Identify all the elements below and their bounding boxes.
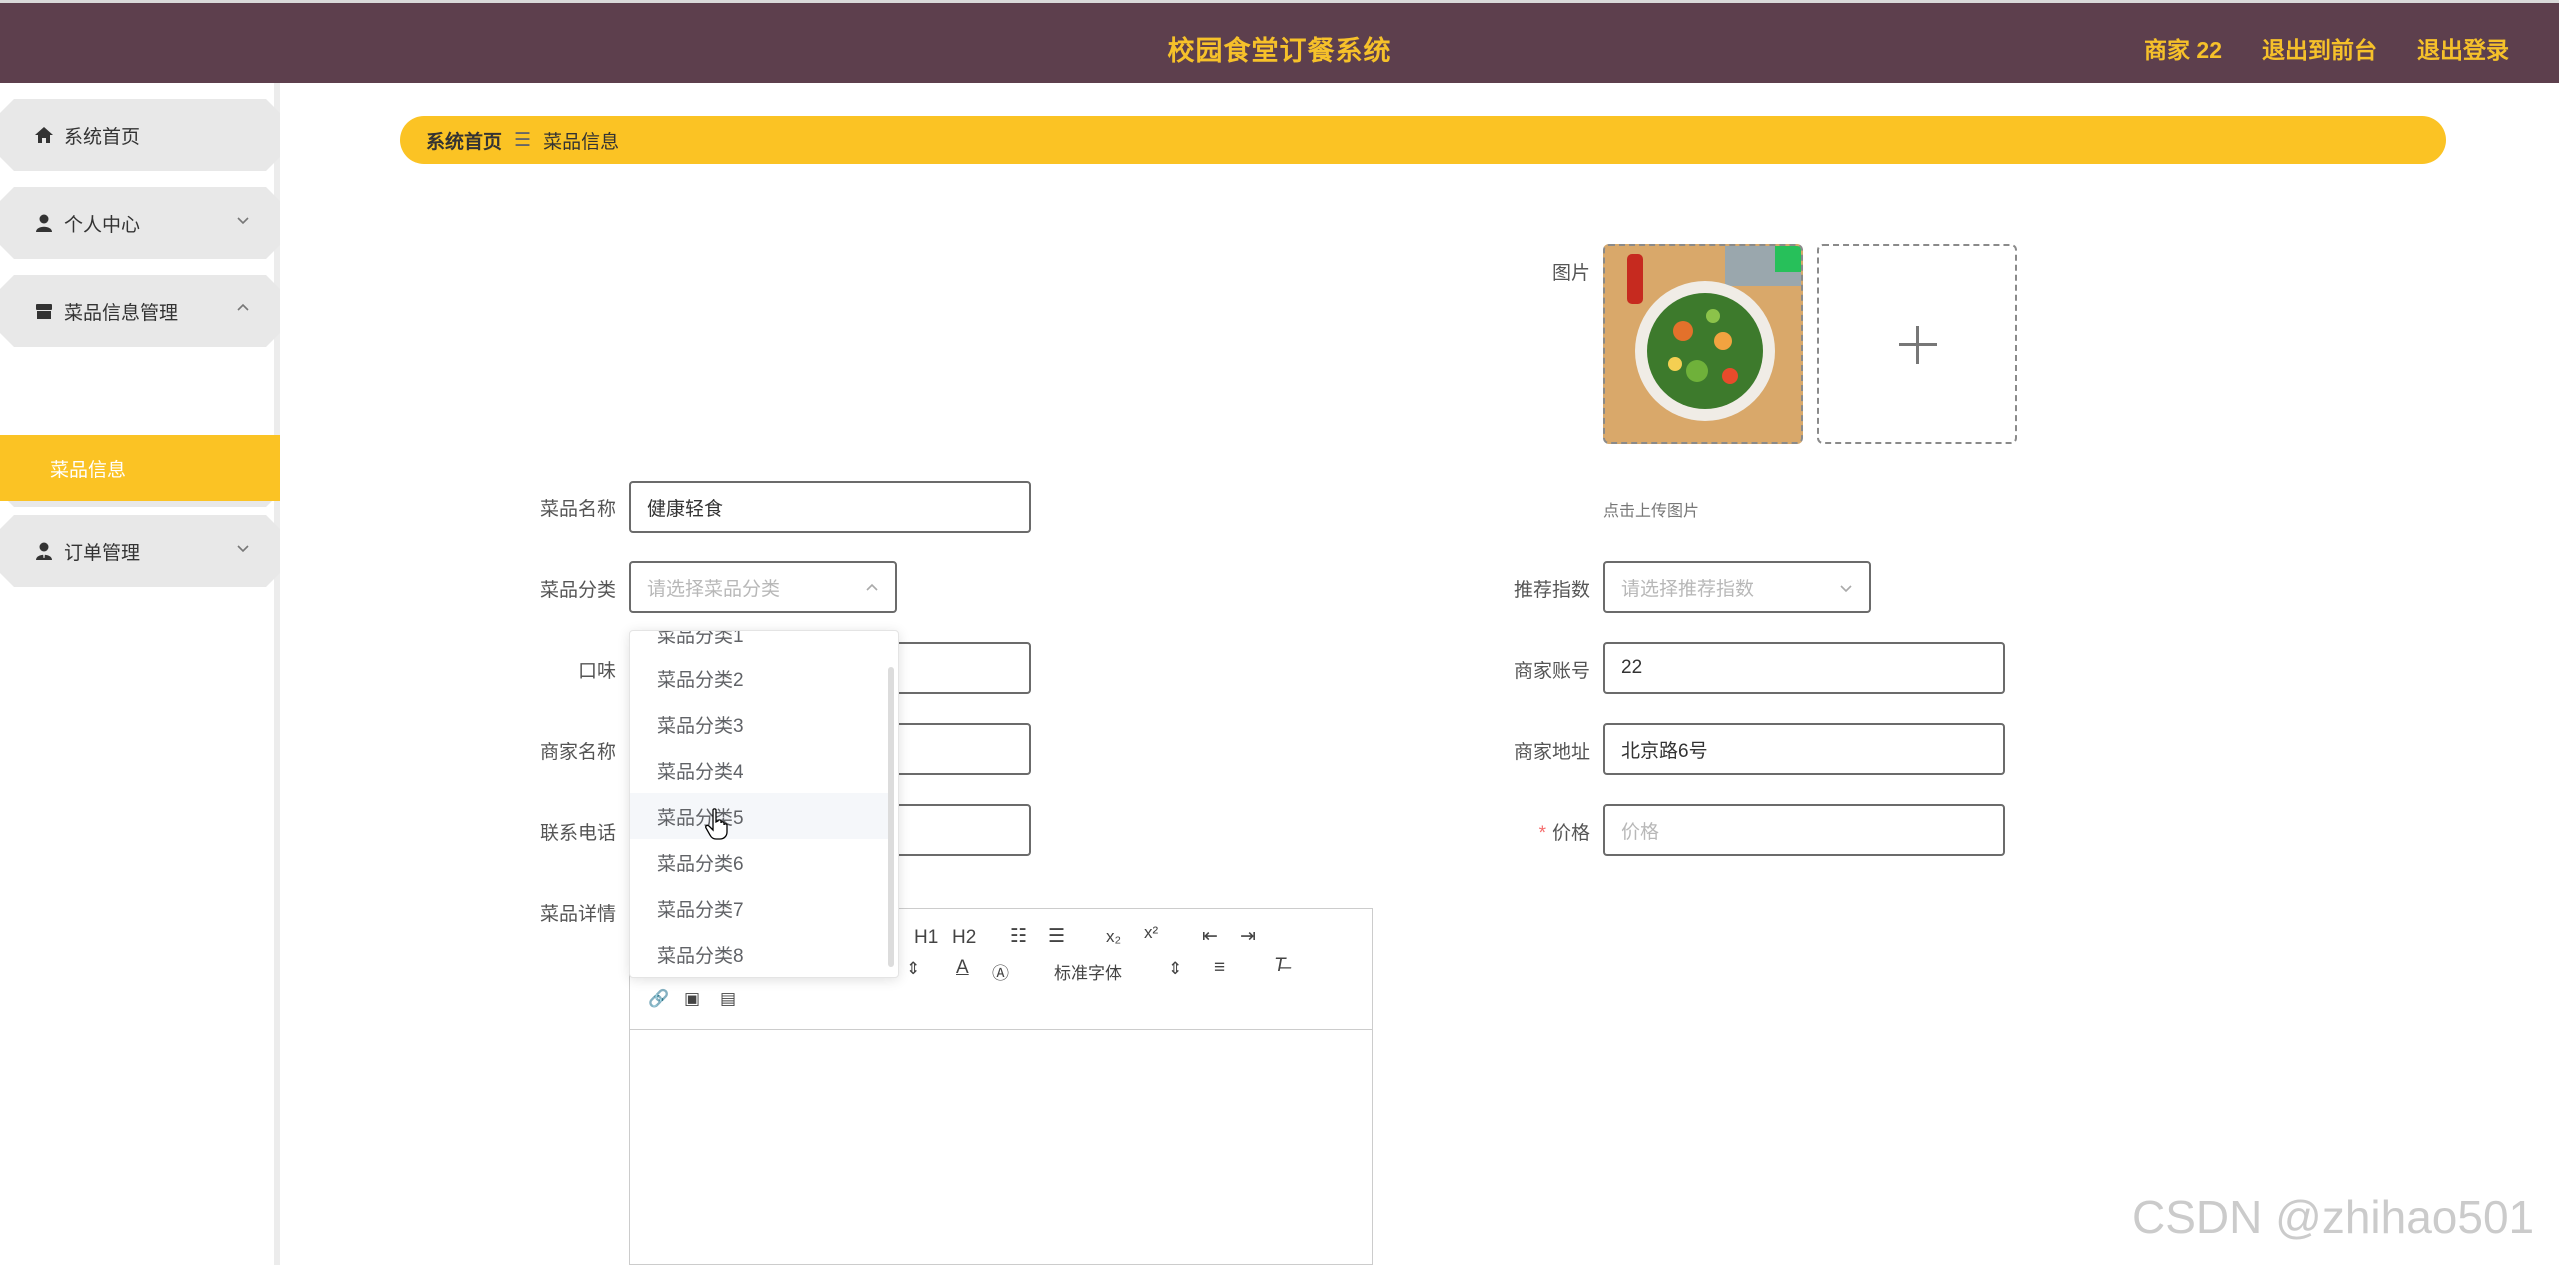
phone-label: 联系电话 [539,823,616,844]
breadcrumb: 系统首页 ☰ 菜品信息 [400,116,2446,164]
price-input[interactable]: 价格 [1603,804,2005,856]
merchant-account-label: 商家账号 [1513,661,1590,682]
dropdown-option[interactable]: 菜品分类1 [630,631,890,657]
dish-name-input[interactable]: 健康轻食 [629,481,1031,533]
recommend-select[interactable]: 请选择推荐指数 [1603,561,1871,613]
recommend-placeholder: 请选择推荐指数 [1621,578,1755,600]
dropdown-option[interactable]: 菜品分类8 [630,931,890,977]
logout-link[interactable]: 退出登录 [2417,31,2509,65]
merchant-address-label: 商家地址 [1513,742,1590,763]
home-icon [34,125,54,145]
sidebar-item-label: 菜品信息管理 [64,302,179,324]
hand-pointer-icon [705,808,728,840]
link-icon[interactable]: 🔗 [648,989,669,1009]
sidebar-item-label: 订单管理 [64,542,141,564]
indent-icon[interactable]: ⇥ [1240,925,1256,948]
dropdown-option[interactable]: 菜品分类3 [630,701,890,747]
breadcrumb-separator-icon: ☰ [514,129,532,151]
superscript-icon[interactable]: x² [1144,923,1158,943]
breadcrumb-current: 菜品信息 [543,131,620,153]
salad-bowl-image [1605,246,1801,442]
dish-detail-label: 菜品详情 [539,904,616,925]
dish-name-label: 菜品名称 [539,499,616,520]
merchant-user-link[interactable]: 商家 22 [2144,31,2222,65]
subscript-icon[interactable]: x₂ [1106,927,1121,947]
watermark: CSDN @zhihao501 [2132,1191,2535,1243]
h1-button[interactable]: H1 [914,927,938,949]
merchant-account-input[interactable]: 22 [1603,642,2005,694]
price-label-text: 价格 [1551,823,1590,844]
image-icon[interactable]: ▣ [684,989,700,1009]
video-icon[interactable]: ▤ [720,989,736,1009]
font-family-select[interactable]: 标准字体 [1054,959,1122,984]
sidebar-item-label: 个人中心 [64,214,141,236]
size-select-arrows-icon[interactable]: ⇕ [906,959,920,979]
plus-icon-vertical [1916,326,1919,364]
merchant-name-label: 商家名称 [539,742,616,763]
image-label: 图片 [1551,263,1590,284]
image-upload-button[interactable] [1817,244,2017,444]
required-mark: * [1538,823,1546,844]
merchant-address-input[interactable]: 北京路6号 [1603,723,2005,775]
dropdown-option[interactable]: 菜品分类7 [630,885,890,931]
price-label: * 价格 [1450,818,1590,845]
category-dropdown: 菜品分类1 菜品分类2 菜品分类3 菜品分类4 菜品分类5 菜品分类6 菜品分类… [629,630,899,978]
sidebar: 系统首页 个人中心 菜品信息管理 菜品信息 菜品信息 菜品信息 [0,83,280,1265]
dish-category-select[interactable]: 请选择菜品分类 [629,561,897,613]
clear-format-icon[interactable]: T̶ [1274,955,1286,977]
sidebar-item-orders[interactable]: 订单管理 [0,515,280,587]
user-tie-icon [34,541,54,561]
chevron-up-icon [866,583,878,591]
user-icon [34,213,54,233]
align-icon[interactable]: ≡ [1214,957,1225,979]
dropdown-option-hovered[interactable]: 菜品分类5 [630,793,890,839]
dish-category-label: 菜品分类 [539,580,616,601]
top-header: 校园食堂订餐系统 商家 22 退出到前台 退出登录 [0,0,2559,83]
dropdown-option[interactable]: 菜品分类6 [630,839,890,885]
outdent-icon[interactable]: ⇤ [1202,925,1218,948]
sidebar-subitem-dish-info-top[interactable]: 菜品信息 [0,435,280,501]
sidebar-subitem-label: 菜品信息 [50,459,127,481]
store-icon [34,301,54,321]
sidebar-item-profile[interactable]: 个人中心 [0,187,280,259]
font-select-arrows-icon[interactable]: ⇕ [1168,959,1182,979]
ordered-list-icon[interactable]: ☷ [1010,925,1027,948]
chevron-up-icon [234,299,252,317]
h2-button[interactable]: H2 [952,927,976,949]
upload-hint: 点击上传图片 [1603,503,1700,520]
dropdown-option[interactable]: 菜品分类2 [630,655,890,701]
recommend-label: 推荐指数 [1513,580,1590,601]
breadcrumb-home[interactable]: 系统首页 [426,127,502,154]
bullet-list-icon[interactable]: ☰ [1048,925,1065,948]
font-color-icon[interactable]: A [956,957,969,979]
sidebar-item-home[interactable]: 系统首页 [0,99,280,171]
exit-to-front-link[interactable]: 退出到前台 [2262,31,2377,65]
background-color-icon[interactable]: Ⓐ [992,959,1009,984]
chevron-down-icon [234,211,252,229]
dish-image-thumbnail[interactable] [1603,244,1803,444]
header-links: 商家 22 退出到前台 退出登录 [2144,31,2509,65]
chevron-down-icon [1840,585,1852,593]
sidebar-item-label: 系统首页 [64,126,141,148]
chevron-down-icon [234,539,252,557]
sidebar-item-dish-management[interactable]: 菜品信息管理 [0,275,280,347]
dropdown-option[interactable]: 菜品分类4 [630,747,890,793]
dropdown-scrollbar[interactable] [888,667,894,967]
dish-category-placeholder: 请选择菜品分类 [647,578,781,600]
taste-label: 口味 [577,661,616,682]
